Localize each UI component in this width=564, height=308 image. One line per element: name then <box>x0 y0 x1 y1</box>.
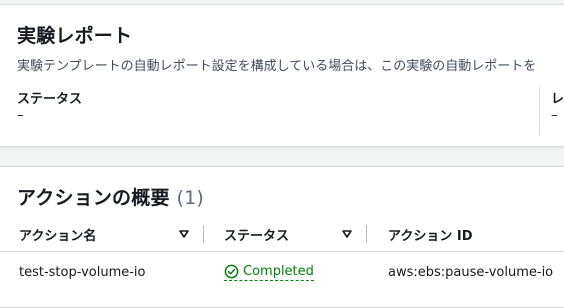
actions-summary-panel: アクションの概要 (1) アクション名 ステータス アクション ID test-… <box>0 166 564 308</box>
column-header-status[interactable]: ステータス <box>224 225 289 244</box>
panel-description: 実験テンプレートの自動レポート設定を構成している場合は、この実験の自動レポートを <box>17 59 537 74</box>
experiment-report-panel: 実験レポート 実験テンプレートの自動レポート設定を構成している場合は、この実験の… <box>0 4 564 147</box>
status-badge: Completed <box>224 264 314 281</box>
status-label: ステータス <box>17 92 83 107</box>
actions-count: (1) <box>176 187 204 209</box>
panel-title-text: アクションの概要 <box>17 187 170 209</box>
column-divider <box>539 87 540 135</box>
check-circle-icon <box>224 264 239 279</box>
caret-down-icon[interactable] <box>341 228 353 240</box>
report-field-label: レ <box>551 92 564 107</box>
table-header-divider <box>0 251 564 252</box>
caret-down-icon[interactable] <box>178 228 190 240</box>
column-separator[interactable] <box>366 225 367 243</box>
panel-title: 実験レポート <box>17 25 133 47</box>
column-separator[interactable] <box>203 225 204 243</box>
panel-title: アクションの概要 (1) <box>17 183 204 210</box>
column-header-action-id[interactable]: アクション ID <box>388 225 473 244</box>
report-field-value: – <box>551 108 558 123</box>
table-cell-action-name: test-stop-volume-io <box>19 265 146 280</box>
status-text: Completed <box>243 264 314 279</box>
status-value: – <box>17 108 24 123</box>
column-header-action-name[interactable]: アクション名 <box>19 225 96 244</box>
table-cell-action-id: aws:ebs:pause-volume-io <box>388 265 554 280</box>
